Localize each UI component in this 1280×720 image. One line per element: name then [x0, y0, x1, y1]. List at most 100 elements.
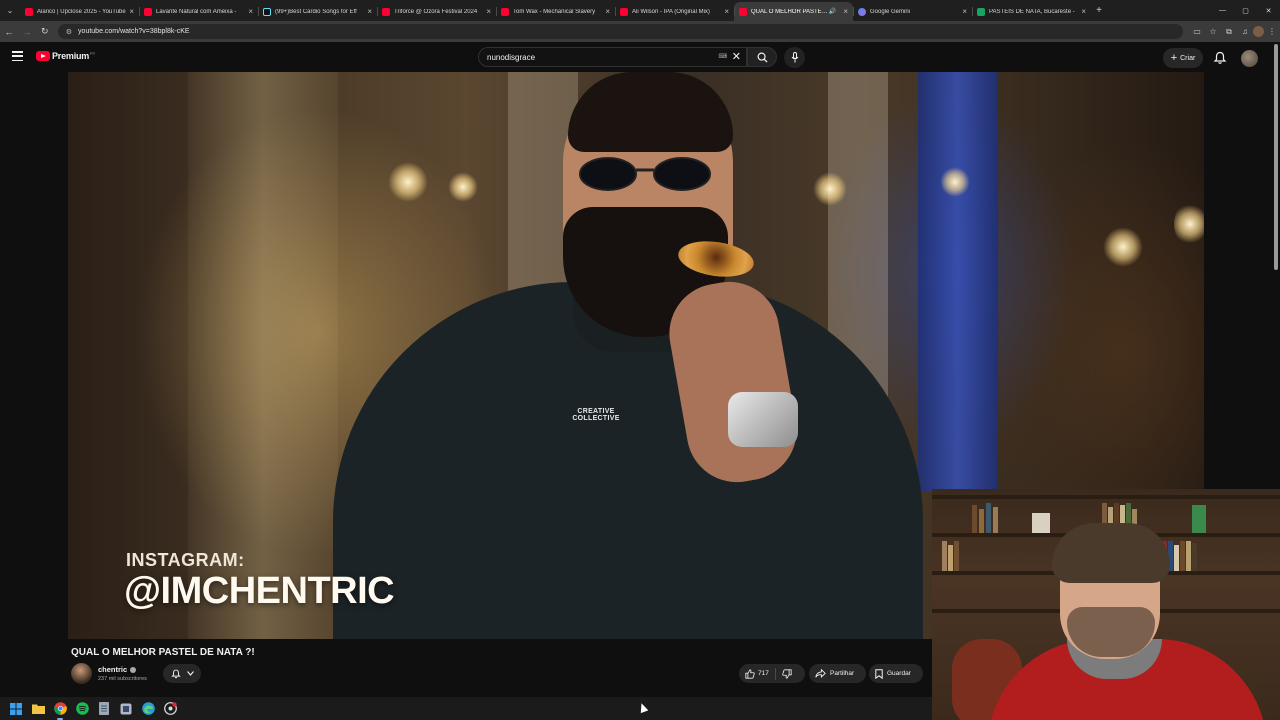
scrollbar-thumb[interactable] — [1274, 44, 1278, 270]
create-button[interactable]: + Criar — [1163, 48, 1203, 68]
tab-title: Tom Wax - Mechanical Slavery — [513, 8, 596, 15]
close-tab-icon[interactable]: × — [724, 7, 729, 16]
page-scrollbar[interactable] — [1272, 44, 1279, 270]
maximize-button[interactable]: ▢ — [1234, 0, 1257, 21]
verified-badge-icon — [130, 667, 137, 674]
instagram-overlay-label: INSTAGRAM: — [126, 550, 245, 570]
chrome-icon[interactable] — [52, 701, 68, 720]
extensions-icon[interactable]: ⧉ — [1221, 21, 1237, 42]
clear-search-icon[interactable]: ✕ — [732, 50, 741, 63]
search-input[interactable]: nunodisgrace ⌨ ✕ — [478, 47, 747, 67]
profile-avatar[interactable] — [1253, 26, 1264, 37]
tiktok-icon — [263, 7, 271, 16]
search-icon — [757, 52, 768, 63]
browser-tab-strip: ⌄ Alarico | Upclose 2025 - YouTube × Lavan… — [0, 0, 1280, 21]
close-tab-icon[interactable]: × — [248, 7, 253, 16]
windows-start-icon[interactable] — [8, 701, 24, 717]
thumbs-down-icon — [782, 668, 792, 679]
video-info: QUAL O MELHOR PASTEL DE NATA ?! chentric… — [0, 639, 932, 697]
edge-browser-icon[interactable] — [140, 701, 156, 717]
tab-title: Ali Wilson - IPA (Original Mix) — [632, 8, 710, 15]
minimize-button[interactable]: — — [1211, 0, 1234, 21]
close-tab-icon[interactable]: × — [605, 7, 610, 16]
browser-tab[interactable]: QUAL O MELHOR PASTEL D 🔊 × — [734, 2, 853, 21]
close-tab-icon[interactable]: × — [367, 7, 372, 16]
instagram-overlay-handle: @IMCHENTRIC — [124, 570, 395, 612]
tab-title: Triforce @ Ozora Festival 2024 — [394, 8, 478, 15]
dislike-button[interactable] — [776, 664, 798, 683]
like-button[interactable]: 717 — [739, 664, 775, 683]
channel-name[interactable]: chentric — [98, 665, 127, 674]
windows-taskbar — [0, 697, 932, 720]
tab-title: Alarico | Upclose 2025 - YouTube — [37, 8, 126, 15]
bookmark-star-icon[interactable]: ☆ — [1205, 21, 1221, 42]
install-app-icon[interactable]: ▭ — [1189, 21, 1205, 42]
save-label: Guardar — [887, 670, 911, 677]
browser-tab[interactable]: (99+)Best Cardio Songs for Eff × — [258, 2, 377, 21]
wristwatch-graphic — [728, 392, 798, 447]
snipping-tool-icon[interactable] — [118, 701, 134, 717]
browser-tab[interactable]: Alarico | Upclose 2025 - YouTube × — [20, 2, 139, 21]
close-tab-icon[interactable]: × — [1081, 7, 1086, 16]
youtube-icon — [501, 7, 509, 16]
youtube-logo[interactable]: Premium PT — [36, 51, 95, 61]
close-tab-icon[interactable]: × — [486, 7, 491, 16]
share-button[interactable]: Partilhar — [809, 664, 866, 683]
youtube-icon — [144, 7, 152, 16]
tab-audio-icon[interactable]: 🔊 — [829, 8, 836, 15]
thumbs-up-icon — [745, 668, 755, 679]
address-bar[interactable]: ⚙ youtube.com/watch?v=38bpl8k-cKE — [57, 24, 1183, 39]
channel-avatar[interactable] — [71, 663, 92, 684]
new-tab-button[interactable]: + — [1091, 0, 1107, 21]
close-tab-icon[interactable]: × — [962, 7, 967, 16]
bookmark-icon — [875, 668, 883, 679]
save-button[interactable]: Guardar — [869, 664, 923, 683]
guide-menu-icon[interactable] — [12, 51, 23, 61]
plus-icon: + — [1170, 52, 1178, 64]
browser-tab[interactable]: Tom Wax - Mechanical Slavery × — [496, 2, 615, 21]
back-icon[interactable]: ← — [0, 21, 18, 42]
file-explorer-icon[interactable] — [30, 701, 46, 717]
logo-text: Premium — [52, 51, 90, 61]
like-count: 717 — [758, 670, 769, 677]
close-tab-icon[interactable]: × — [843, 7, 848, 16]
tab-title: Lavante Natural com Ameixa - — [156, 8, 237, 15]
account-avatar[interactable] — [1241, 50, 1258, 67]
notepad-icon[interactable] — [96, 701, 112, 717]
browser-tab[interactable]: Lavante Natural com Ameixa - × — [139, 2, 258, 21]
spotify-icon[interactable] — [74, 701, 90, 717]
browser-tab[interactable]: PASTEIS DE NATA, Bucareste - × — [972, 2, 1091, 21]
like-dislike-group: 717 — [739, 664, 805, 683]
close-tab-icon[interactable]: × — [129, 7, 134, 16]
create-label: Criar — [1180, 54, 1196, 62]
country-code: PT — [90, 51, 96, 56]
close-window-button[interactable]: ✕ — [1257, 0, 1280, 21]
browser-tab[interactable]: Google Gemini × — [853, 2, 972, 21]
reload-icon[interactable]: ↻ — [36, 21, 54, 42]
tab-search-icon[interactable]: ⌄ — [0, 0, 20, 21]
tab-title: PASTEIS DE NATA, Bucareste - — [989, 8, 1075, 15]
youtube-icon — [382, 7, 390, 16]
window-controls: — ▢ ✕ — [1211, 0, 1280, 21]
site-info-icon[interactable]: ⚙ — [66, 28, 72, 36]
subscriber-count: 237 mil subscritores — [98, 676, 147, 682]
youtube-icon — [25, 7, 33, 16]
channel-name-row[interactable]: chentric — [98, 665, 137, 674]
browser-menu-icon[interactable]: ⋮ — [1264, 21, 1280, 42]
video-title: QUAL O MELHOR PASTEL DE NATA ?! — [71, 647, 255, 658]
webcam-overlay — [932, 489, 1280, 720]
notifications-bell-icon[interactable] — [1213, 51, 1227, 65]
voice-search-button[interactable] — [784, 47, 805, 68]
recording-app-icon[interactable] — [162, 701, 178, 717]
browser-tab[interactable]: Ali Wilson - IPA (Original Mix) × — [615, 2, 734, 21]
media-controls-icon[interactable]: ♫ — [1237, 21, 1253, 42]
search-query: nunodisgrace — [487, 52, 536, 62]
share-arrow-icon — [815, 669, 826, 678]
keyboard-icon[interactable]: ⌨ — [718, 53, 727, 60]
forward-icon[interactable]: → — [18, 21, 36, 42]
youtube-icon — [620, 7, 628, 16]
subscription-notifications-button[interactable] — [163, 664, 201, 683]
browser-toolbar: ← → ↻ ⚙ youtube.com/watch?v=38bpl8k-cKE … — [0, 21, 1280, 42]
browser-tab[interactable]: Triforce @ Ozora Festival 2024 × — [377, 2, 496, 21]
search-button[interactable] — [747, 47, 777, 67]
